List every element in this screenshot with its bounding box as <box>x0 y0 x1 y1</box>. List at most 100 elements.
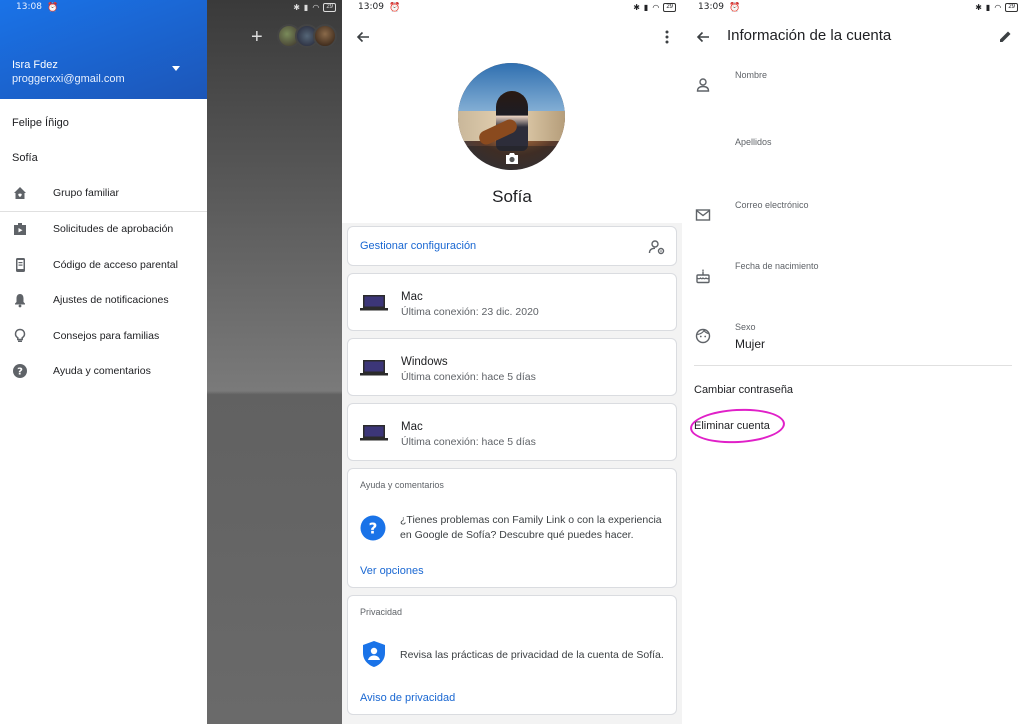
field-label-birthdate: Fecha de nacimiento <box>735 261 819 271</box>
alarm-icon: ⏰ <box>46 1 59 12</box>
wifi-icon: ◠ <box>652 2 660 12</box>
profile-header: 13:09 ⏰ ✱ ▮ ◠ 29 Sofía <box>342 0 682 223</box>
avatar[interactable] <box>313 24 337 48</box>
signal-icon: ▮ <box>985 2 991 12</box>
privacy-card-title: Privacidad <box>360 607 403 617</box>
bluetooth-icon: ✱ <box>633 2 640 12</box>
menu-item-help-feedback[interactable]: ? Ayuda y comentarios <box>0 356 207 386</box>
menu-item-label: Código de acceso parental <box>53 259 178 271</box>
avatar-stack[interactable] <box>277 24 337 48</box>
menu-item-label: Grupo familiar <box>53 187 119 199</box>
profile-screen: 13:09 ⏰ ✱ ▮ ◠ 29 Sofía Gestionar configu… <box>342 0 682 724</box>
laptop-icon <box>360 424 388 447</box>
drawer-header: 13:08 ⏰ Isra Fdez proggerxxi@gmail.com <box>0 0 207 99</box>
help-card: Ayuda y comentarios ? ¿Tienes problemas … <box>347 468 677 588</box>
device-name: Mac <box>401 291 423 303</box>
privacy-notice-link[interactable]: Aviso de privacidad <box>360 692 455 704</box>
menu-item-notification-settings[interactable]: Ajustes de notificaciones <box>0 285 207 315</box>
navigation-drawer: 13:08 ⏰ Isra Fdez proggerxxi@gmail.com F… <box>0 0 207 724</box>
menu-item-label: Consejos para familias <box>53 330 160 342</box>
field-label-first-name: Nombre <box>735 70 768 80</box>
help-icon: ? <box>12 363 28 379</box>
status-bar: 13:09 ⏰ ✱ ▮ ◠ 29 <box>342 0 682 14</box>
field-label-last-name: Apellidos <box>735 137 772 147</box>
account-name: Isra Fdez <box>12 59 58 71</box>
privacy-card-text: Revisa las prácticas de privacidad de la… <box>400 649 664 661</box>
back-arrow-icon[interactable] <box>694 28 712 46</box>
menu-item-label: Ajustes de notificaciones <box>53 294 169 306</box>
page-title: Información de la cuenta <box>727 27 892 44</box>
home-heart-icon <box>12 185 28 201</box>
annotation-highlight-circle <box>689 406 786 446</box>
status-bar: 13:09 ⏰ ✱ ▮ ◠ 29 <box>682 0 1024 14</box>
field-label-gender: Sexo <box>735 322 756 332</box>
manage-accounts-icon <box>648 238 666 261</box>
wifi-icon: ◠ <box>994 2 1002 12</box>
battery-indicator: 29 <box>1005 2 1018 12</box>
menu-item-label: Solicitudes de aprobación <box>53 223 174 235</box>
device-card[interactable]: Mac Última conexión: hace 5 días <box>347 403 677 461</box>
edit-pencil-icon[interactable] <box>996 27 1014 45</box>
device-last-seen: Última conexión: 23 dic. 2020 <box>401 306 539 318</box>
device-last-seen: Última conexión: hace 5 días <box>401 371 536 383</box>
menu-item-label: Ayuda y comentarios <box>53 365 151 377</box>
device-name: Mac <box>401 421 423 433</box>
account-info-screen: 13:09 ⏰ ✱ ▮ ◠ 29 Información de la cuent… <box>682 0 1024 724</box>
see-options-link[interactable]: Ver opciones <box>360 565 424 577</box>
device-card[interactable]: Mac Última conexión: 23 dic. 2020 <box>347 273 677 331</box>
shield-person-icon <box>362 640 386 673</box>
manage-settings-card[interactable]: Gestionar configuración <box>347 226 677 266</box>
camera-icon <box>505 152 518 164</box>
child-item-sofia[interactable]: Sofía <box>12 152 38 164</box>
change-photo-bar[interactable] <box>458 146 565 170</box>
battery-indicator: 29 <box>323 2 336 12</box>
svg-text:?: ? <box>369 520 378 538</box>
account-email: proggerxxi@gmail.com <box>12 73 125 85</box>
device-card[interactable]: Windows Última conexión: hace 5 días <box>347 338 677 396</box>
phone-code-icon <box>12 257 28 273</box>
status-bar: 13:08 ⏰ <box>0 0 207 14</box>
divider <box>0 211 207 212</box>
account-switcher-caret-icon[interactable] <box>172 66 180 71</box>
lightbulb-icon <box>12 328 28 344</box>
bell-icon <box>12 292 28 308</box>
divider <box>694 365 1012 366</box>
signal-icon: ▮ <box>643 2 649 12</box>
manage-settings-link[interactable]: Gestionar configuración <box>360 240 476 252</box>
profile-name: Sofía <box>492 187 532 206</box>
drawer-scrim[interactable]: ✱ ▮ ◠ 29 + <box>207 0 342 724</box>
alarm-icon: ⏰ <box>388 1 401 12</box>
status-bar: ✱ ▮ ◠ 29 <box>207 0 342 14</box>
battery-indicator: 29 <box>663 2 676 12</box>
help-card-title: Ayuda y comentarios <box>360 480 444 490</box>
svg-text:?: ? <box>17 367 23 378</box>
more-options-icon[interactable] <box>658 28 676 46</box>
menu-item-approval-requests[interactable]: Solicitudes de aprobación <box>0 214 207 244</box>
bluetooth-icon: ✱ <box>975 2 982 12</box>
status-time: 13:08 <box>16 2 42 12</box>
menu-item-family-group[interactable]: Grupo familiar <box>0 178 207 208</box>
back-arrow-icon[interactable] <box>354 28 372 46</box>
wifi-icon: ◠ <box>312 2 320 12</box>
change-password-button[interactable]: Cambiar contraseña <box>694 384 793 396</box>
menu-item-parent-access-code[interactable]: Código de acceso parental <box>0 250 207 280</box>
device-name: Windows <box>401 356 448 368</box>
cake-icon <box>695 268 711 284</box>
profile-photo[interactable] <box>458 63 565 170</box>
drawer-screen: ✱ ▮ ◠ 29 + 13:08 ⏰ Isra Fdez proggerxxi@… <box>0 0 342 724</box>
add-icon[interactable]: + <box>251 26 263 49</box>
device-last-seen: Última conexión: hace 5 días <box>401 436 536 448</box>
laptop-icon <box>360 294 388 317</box>
privacy-card: Privacidad Revisa las prácticas de priva… <box>347 595 677 715</box>
signal-icon: ▮ <box>303 2 309 12</box>
status-time: 13:09 <box>698 2 724 12</box>
play-store-icon <box>12 221 28 237</box>
menu-item-family-tips[interactable]: Consejos para familias <box>0 321 207 351</box>
status-time: 13:09 <box>358 2 384 12</box>
alarm-icon: ⏰ <box>728 1 741 12</box>
field-value-gender[interactable]: Mujer <box>735 337 765 351</box>
child-item-felipe[interactable]: Felipe Íñigo <box>12 117 69 129</box>
face-icon <box>695 328 711 344</box>
bluetooth-icon: ✱ <box>293 2 300 12</box>
field-label-email: Correo electrónico <box>735 200 809 210</box>
